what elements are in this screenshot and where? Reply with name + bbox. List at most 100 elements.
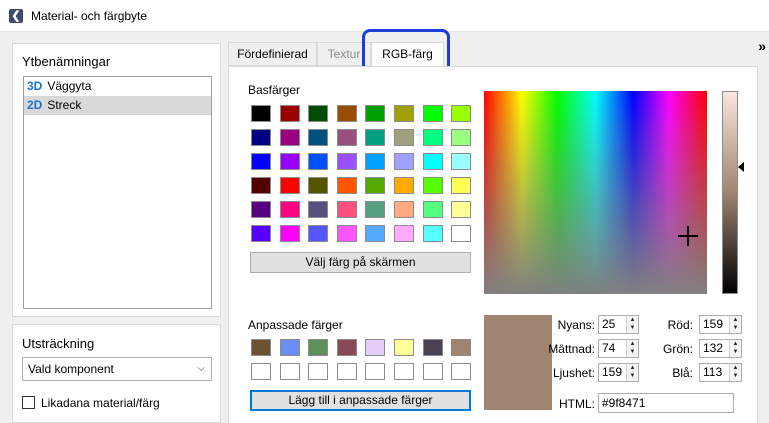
color-swatch[interactable] — [279, 225, 300, 242]
color-swatch[interactable] — [365, 339, 386, 356]
color-swatch[interactable] — [279, 129, 300, 146]
color-swatch[interactable] — [422, 153, 443, 170]
color-swatch[interactable] — [308, 153, 329, 170]
hue-label: Nyans: — [557, 318, 595, 332]
color-swatch[interactable] — [308, 363, 329, 380]
surface-list[interactable]: 3D Väggyta 2D Streck — [23, 76, 212, 309]
same-material-checkbox[interactable] — [22, 396, 35, 409]
color-spectrum[interactable] — [484, 91, 707, 294]
red-spinbox[interactable]: 159 ▲ ▼ — [699, 315, 742, 334]
color-swatch[interactable] — [279, 339, 300, 356]
spin-arrows-icon[interactable]: ▲ ▼ — [729, 364, 741, 381]
chevron-down-icon: ⌵ — [197, 363, 205, 374]
color-swatch[interactable] — [251, 153, 271, 170]
color-swatch[interactable] — [365, 105, 386, 122]
color-swatch[interactable] — [451, 339, 472, 356]
color-swatch[interactable] — [451, 105, 472, 122]
color-swatch[interactable] — [308, 201, 329, 218]
color-swatch[interactable] — [308, 225, 329, 242]
green-value: 132 — [703, 341, 724, 355]
color-swatch[interactable] — [451, 363, 472, 380]
list-item-streck[interactable]: 2D Streck — [24, 96, 211, 115]
color-swatch[interactable] — [279, 177, 300, 194]
color-swatch[interactable] — [422, 339, 443, 356]
pick-screen-color-button[interactable]: Välj färg på skärmen — [250, 252, 471, 273]
color-swatch[interactable] — [422, 129, 443, 146]
color-swatch[interactable] — [394, 177, 414, 194]
color-swatch[interactable] — [365, 177, 386, 194]
color-swatch[interactable] — [336, 339, 357, 356]
color-swatch[interactable] — [422, 177, 443, 194]
html-color-input[interactable]: #9f8471 — [598, 393, 734, 413]
blue-spinbox[interactable]: 113 ▲ ▼ — [699, 363, 742, 382]
spin-arrows-icon[interactable]: ▲ ▼ — [729, 316, 741, 333]
color-swatch[interactable] — [279, 363, 300, 380]
luminance-arrow-icon[interactable] — [738, 162, 744, 172]
color-swatch[interactable] — [336, 129, 357, 146]
color-swatch[interactable] — [365, 129, 386, 146]
color-swatch[interactable] — [451, 225, 472, 242]
spin-arrows-icon[interactable]: ▲ ▼ — [626, 340, 638, 357]
spin-arrows-icon[interactable]: ▲ ▼ — [626, 364, 638, 381]
same-material-option[interactable]: Likadana material/färg — [22, 396, 160, 410]
extent-select[interactable]: Vald komponent ⌵ — [22, 357, 212, 381]
color-swatch[interactable] — [451, 129, 472, 146]
color-swatch[interactable] — [251, 201, 271, 218]
color-swatch[interactable] — [336, 177, 357, 194]
color-swatch[interactable] — [365, 201, 386, 218]
color-swatch[interactable] — [336, 225, 357, 242]
more-tabs-button[interactable]: » — [758, 38, 766, 54]
color-swatch[interactable] — [336, 153, 357, 170]
color-swatch[interactable] — [308, 177, 329, 194]
extent-heading: Utsträckning — [22, 336, 95, 351]
color-swatch[interactable] — [451, 153, 472, 170]
color-swatch[interactable] — [422, 201, 443, 218]
color-swatch[interactable] — [451, 177, 472, 194]
green-spinbox[interactable]: 132 ▲ ▼ — [699, 339, 742, 358]
color-swatch[interactable] — [251, 363, 271, 380]
color-swatch[interactable] — [451, 201, 472, 218]
color-swatch[interactable] — [308, 339, 329, 356]
add-custom-color-button[interactable]: Lägg till i anpassade färger — [250, 390, 471, 411]
color-swatch[interactable] — [308, 129, 329, 146]
title-bar: ❮ Material- och färgbyte — [0, 0, 769, 32]
color-swatch[interactable] — [279, 201, 300, 218]
color-swatch[interactable] — [394, 225, 414, 242]
spin-arrows-icon[interactable]: ▲ ▼ — [626, 316, 638, 333]
list-item-vaggyta[interactable]: 3D Väggyta — [24, 77, 211, 96]
luminance-slider[interactable] — [722, 91, 738, 294]
color-swatch[interactable] — [336, 363, 357, 380]
dimension-badge: 2D — [27, 98, 43, 112]
color-swatch[interactable] — [336, 201, 357, 218]
color-swatch[interactable] — [251, 177, 271, 194]
dimension-badge: 3D — [27, 79, 43, 93]
color-swatch[interactable] — [308, 105, 329, 122]
color-swatch[interactable] — [251, 105, 271, 122]
color-swatch[interactable] — [422, 225, 443, 242]
color-swatch[interactable] — [336, 105, 357, 122]
saturation-spinbox[interactable]: 74 ▲ ▼ — [598, 339, 639, 358]
color-swatch[interactable] — [251, 129, 271, 146]
color-swatch[interactable] — [365, 363, 386, 380]
basic-colors-label: Basfärger — [248, 83, 301, 97]
color-swatch[interactable] — [279, 153, 300, 170]
color-swatch[interactable] — [394, 153, 414, 170]
color-swatch[interactable] — [251, 339, 271, 356]
color-swatch[interactable] — [394, 339, 414, 356]
color-swatch[interactable] — [365, 153, 386, 170]
tab-predefined[interactable]: Fördefinierad — [228, 42, 317, 66]
lightness-spinbox[interactable]: 159 ▲ ▼ — [598, 363, 639, 382]
color-swatch[interactable] — [394, 363, 414, 380]
color-swatch[interactable] — [394, 201, 414, 218]
color-swatch[interactable] — [422, 105, 443, 122]
color-swatch[interactable] — [251, 225, 271, 242]
spin-arrows-icon[interactable]: ▲ ▼ — [729, 340, 741, 357]
color-swatch[interactable] — [394, 129, 414, 146]
saturation-label: Mättnad: — [548, 342, 595, 356]
color-swatch[interactable] — [394, 105, 414, 122]
extent-select-value: Vald komponent — [28, 362, 114, 376]
color-swatch[interactable] — [365, 225, 386, 242]
hue-spinbox[interactable]: 25 ▲ ▼ — [598, 315, 639, 334]
color-swatch[interactable] — [279, 105, 300, 122]
color-swatch[interactable] — [422, 363, 443, 380]
